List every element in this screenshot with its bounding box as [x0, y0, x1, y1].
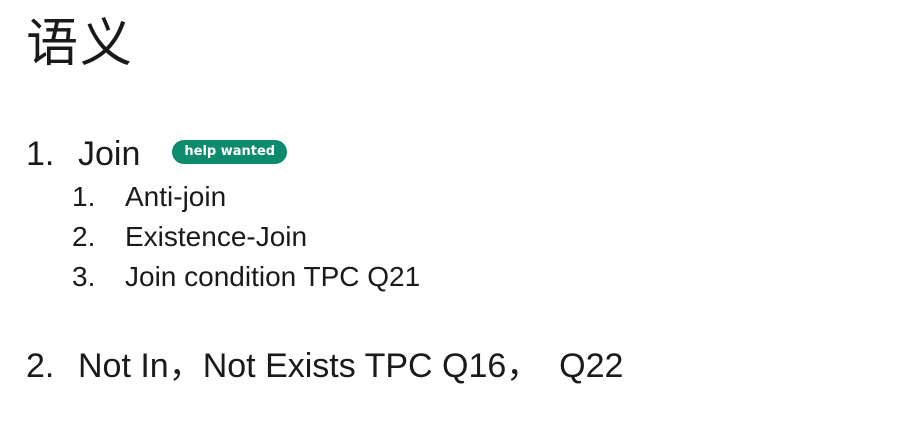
slide-title: 语义: [26, 14, 135, 74]
sublist-item-number: 2.: [72, 221, 96, 252]
list-item-not-in: 2. Not In，Not Exists TPC Q16， Q22: [26, 346, 623, 386]
list-item-join: 1. Join help wanted: [26, 134, 288, 174]
sublist-item-number: 1.: [72, 181, 96, 212]
sublist-item-number: 3.: [72, 261, 96, 292]
sublist-item-anti-join: 1. Anti-join: [72, 180, 226, 214]
list-item-text: Not In，Not Exists TPC Q16， Q22: [78, 347, 624, 385]
list-item-text: Join: [78, 135, 141, 173]
help-wanted-badge[interactable]: help wanted: [172, 140, 288, 165]
list-item-number: 1.: [26, 135, 55, 173]
list-item-number: 2.: [26, 347, 55, 385]
sublist-item-text: Existence-Join: [125, 221, 308, 252]
slide: 语义 1. Join help wanted 1. Anti-join 2. Exist…: [0, 0, 898, 427]
sublist-item-join-condition: 3. Join condition TPC Q21: [72, 260, 420, 294]
sublist-item-existence-join: 2. Existence-Join: [72, 220, 307, 254]
sublist-item-text: Anti-join: [125, 181, 227, 212]
sublist-item-text: Join condition TPC Q21: [125, 261, 421, 292]
